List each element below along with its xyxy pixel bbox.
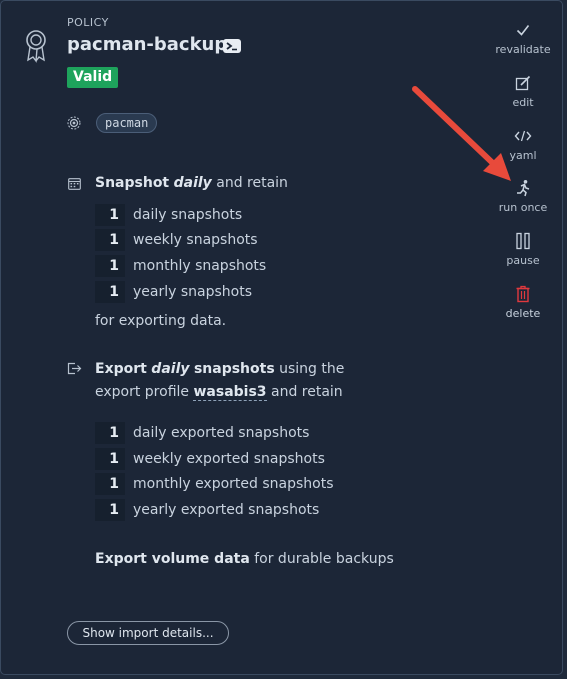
snapshot-frequency: daily	[173, 175, 212, 191]
pause-button[interactable]: pause	[491, 230, 555, 267]
retention-count: 1	[95, 255, 125, 277]
list-item: 1 yearly snapshots	[95, 281, 252, 303]
export-retain: and retain	[271, 384, 343, 400]
retention-label: daily snapshots	[133, 207, 243, 223]
retention-count: 1	[95, 473, 125, 495]
terminal-icon[interactable]	[223, 39, 241, 53]
target-chip: pacman	[96, 113, 158, 133]
snapshot-prefix: Snapshot	[95, 175, 170, 191]
export-profile-intro: export profile	[95, 384, 190, 400]
retention-count: 1	[95, 448, 125, 470]
page-title: pacman-backup	[67, 34, 228, 55]
export-frequency: daily	[151, 361, 190, 377]
list-item: 1 daily exported snapshots	[95, 422, 309, 444]
list-item: 1 monthly exported snapshots	[95, 473, 334, 495]
pause-label: pause	[506, 254, 540, 267]
calendar-icon	[68, 178, 81, 190]
list-item: 1 weekly snapshots	[95, 229, 258, 251]
trash-icon	[516, 285, 530, 303]
retention-label: monthly exported snapshots	[133, 476, 334, 492]
retention-label: yearly snapshots	[133, 284, 253, 300]
list-item: 1 daily snapshots	[95, 204, 242, 226]
retention-count: 1	[95, 281, 125, 303]
retention-count: 1	[95, 422, 125, 444]
export-profile-link[interactable]: wasabis3	[193, 384, 267, 401]
revalidate-button[interactable]: revalidate	[491, 19, 555, 56]
delete-button[interactable]: delete	[491, 283, 555, 320]
retention-label: weekly exported snapshots	[133, 451, 325, 467]
retention-count: 1	[95, 229, 125, 251]
page-kicker: POLICY	[67, 16, 109, 29]
status-badge: Valid	[67, 67, 119, 88]
run-once-label: run once	[498, 201, 548, 214]
target-icon	[67, 116, 81, 130]
snapshot-heading: Snapshot daily and retain	[95, 175, 288, 191]
policy-card: POLICY pacman-backup Valid pacman Snapsh…	[0, 0, 563, 675]
retention-count: 1	[95, 204, 125, 226]
export-object: snapshots	[193, 361, 275, 377]
export-prefix: Export	[95, 361, 147, 377]
list-item: 1 yearly exported snapshots	[95, 499, 319, 521]
export-using: using the	[279, 361, 345, 377]
pause-icon	[516, 232, 530, 250]
volume-bold: Export volume data	[95, 551, 250, 567]
annotation-arrow-icon	[412, 86, 511, 181]
snapshot-suffix: and retain	[216, 175, 288, 191]
list-item: 1 weekly exported snapshots	[95, 448, 325, 470]
volume-rest: for durable backups	[254, 551, 394, 567]
revalidate-label: revalidate	[495, 43, 551, 56]
retention-label: weekly snapshots	[133, 232, 258, 248]
award-icon	[26, 30, 46, 63]
volume-line: Export volume data for durable backups	[95, 551, 394, 567]
export-heading: Export daily snapshots using the	[95, 361, 344, 377]
check-icon	[516, 25, 530, 36]
delete-label: delete	[505, 307, 541, 320]
snapshot-footer: for exporting data.	[95, 313, 227, 329]
show-import-details-button[interactable]: Show import details...	[67, 621, 229, 645]
retention-count: 1	[95, 499, 125, 521]
list-item: 1 monthly snapshots	[95, 255, 266, 277]
retention-label: monthly snapshots	[133, 258, 267, 274]
retention-label: yearly exported snapshots	[133, 502, 320, 518]
export-icon	[67, 362, 82, 375]
export-profile-line: export profile wasabis3 and retain	[95, 384, 343, 401]
retention-label: daily exported snapshots	[133, 425, 310, 441]
